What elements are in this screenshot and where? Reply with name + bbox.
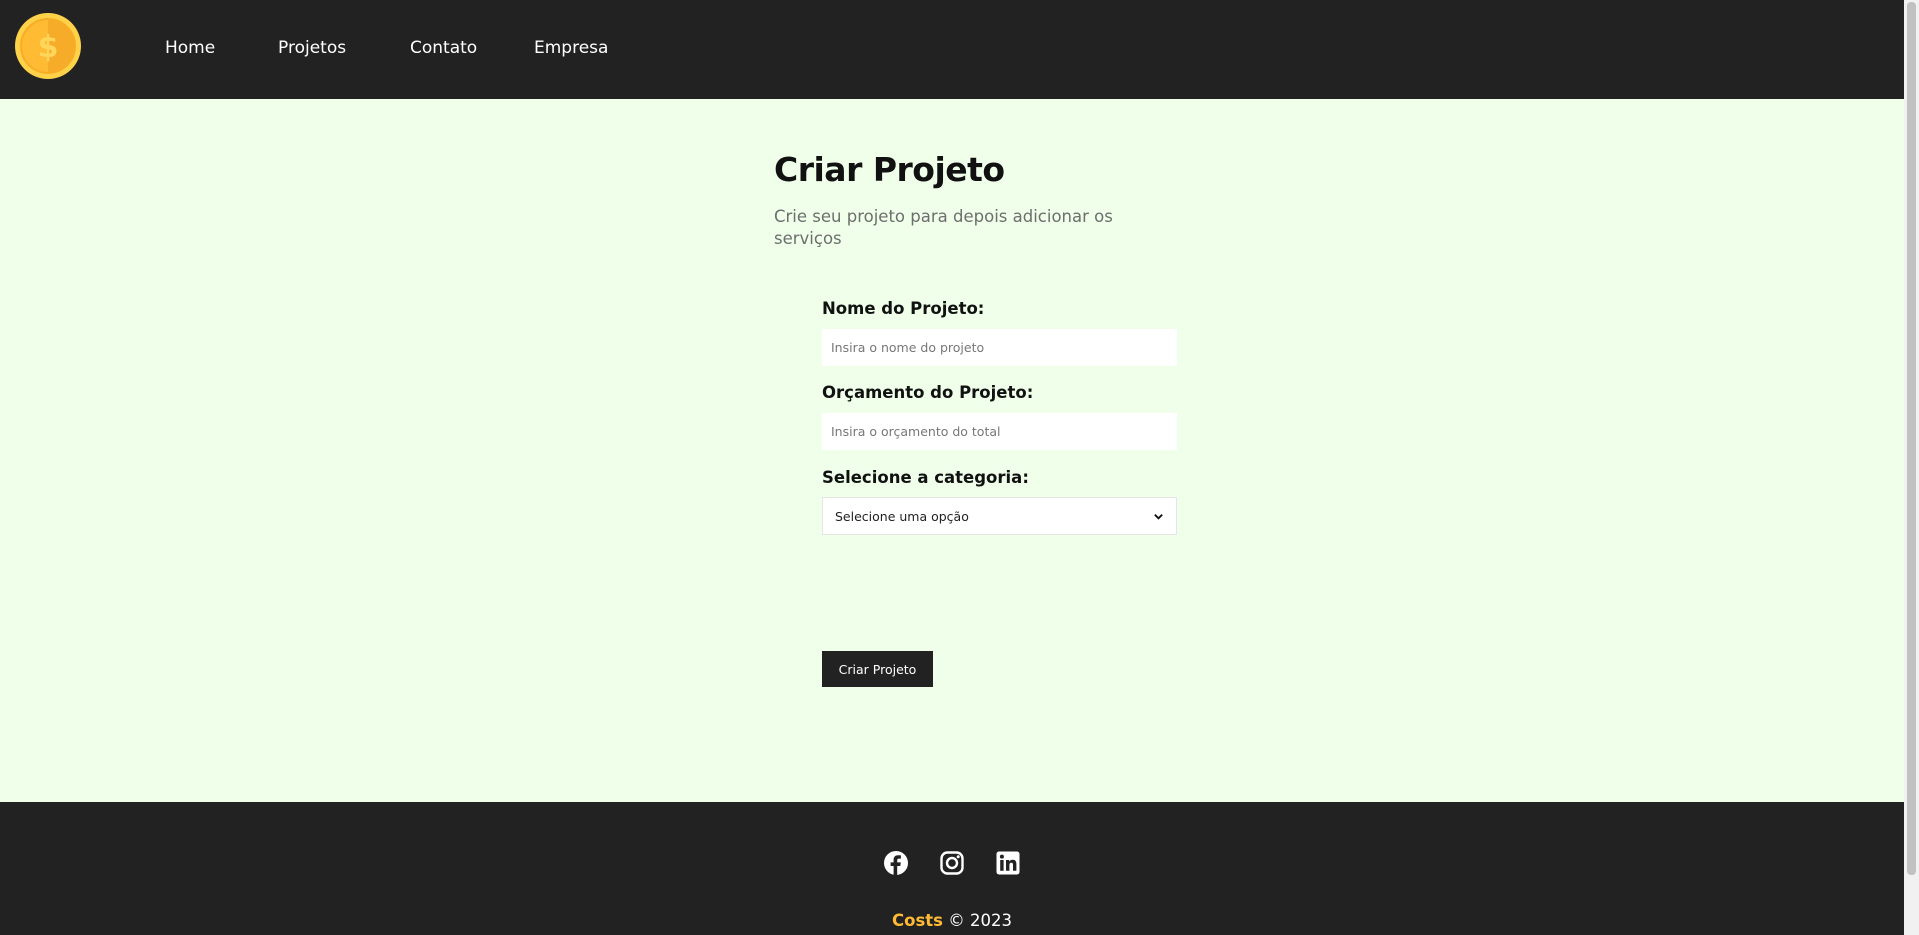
- nav-link-projetos[interactable]: Projetos: [278, 37, 346, 59]
- facebook-icon[interactable]: [883, 850, 909, 876]
- scrollbar-thumb[interactable]: [1907, 2, 1916, 875]
- copyright-year: © 2023: [943, 911, 1012, 930]
- project-budget-label: Orçamento do Projeto:: [822, 383, 1034, 402]
- navbar: $ Home Projetos Contato Empresa: [0, 0, 1904, 99]
- nav-link-home[interactable]: Home: [165, 37, 215, 59]
- linkedin-icon[interactable]: [995, 850, 1021, 876]
- category-label: Selecione a categoria:: [822, 468, 1029, 487]
- category-select[interactable]: Selecione uma opção: [822, 497, 1177, 535]
- footer: Costs © 2023: [0, 802, 1904, 935]
- project-name-input[interactable]: [822, 329, 1177, 366]
- nav-link-contato[interactable]: Contato: [410, 37, 477, 59]
- instagram-icon[interactable]: [939, 850, 965, 876]
- project-name-label: Nome do Projeto:: [822, 299, 985, 318]
- copyright-text: Costs © 2023: [0, 910, 1904, 932]
- category-selected-value: Selecione uma opção: [835, 508, 969, 524]
- page-title: Criar Projeto: [774, 150, 1005, 189]
- chevron-down-icon: [1154, 513, 1163, 520]
- project-budget-input[interactable]: [822, 413, 1177, 450]
- create-project-button[interactable]: Criar Projeto: [822, 651, 933, 687]
- vertical-scrollbar[interactable]: [1904, 0, 1919, 935]
- main-content: Criar Projeto Crie seu projeto para depo…: [0, 99, 1904, 802]
- page-subtitle: Crie seu projeto para depois adicionar o…: [774, 207, 1113, 248]
- nav-link-empresa[interactable]: Empresa: [534, 37, 608, 59]
- nav-menu: Home Projetos Contato Empresa: [0, 0, 1904, 99]
- brand-name: Costs: [892, 911, 943, 930]
